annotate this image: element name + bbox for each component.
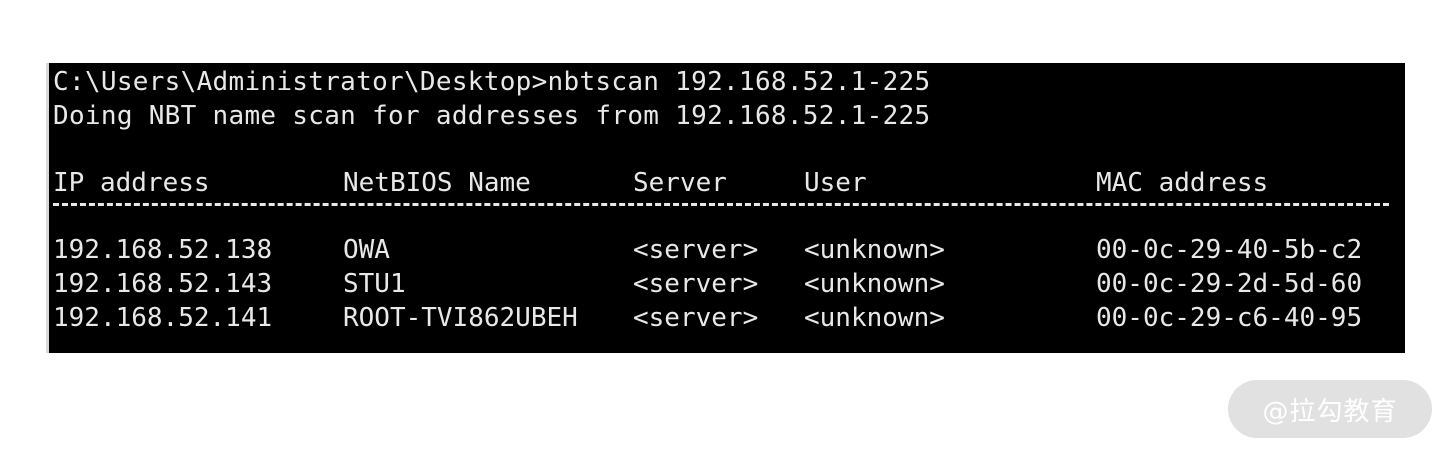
column-header-ip: IP address: [53, 168, 210, 198]
watermark-text: @拉勾教育: [1262, 396, 1398, 427]
row-user: <unknown>: [804, 235, 945, 265]
row-ip: 192.168.52.138: [53, 235, 273, 265]
row-mac: 00-0c-29-2d-5d-60: [1096, 269, 1363, 299]
row-mac: 00-0c-29-40-5b-c2: [1096, 235, 1363, 265]
terminal-window[interactable]: C:\Users\Administrator\Desktop>nbtscan 1…: [46, 63, 1405, 353]
table-row: 192.168.52.143 STU1 <server> <unknown> 0…: [53, 267, 1405, 301]
column-header-netbios: NetBIOS Name: [343, 168, 531, 198]
table-separator: [53, 203, 1389, 206]
row-ip: 192.168.52.141: [53, 303, 273, 333]
row-user: <unknown>: [804, 303, 945, 333]
column-header-mac: MAC address: [1096, 168, 1269, 198]
row-server: <server>: [633, 235, 759, 265]
row-user: <unknown>: [804, 269, 945, 299]
row-netbios-name: OWA: [343, 235, 390, 265]
row-ip: 192.168.52.143: [53, 269, 273, 299]
row-server: <server>: [633, 303, 759, 333]
command-line: C:\Users\Administrator\Desktop>nbtscan 1…: [53, 67, 931, 97]
column-header-server: Server: [633, 168, 727, 198]
row-netbios-name: STU1: [343, 269, 406, 299]
scan-status-line: Doing NBT name scan for addresses from 1…: [53, 101, 931, 131]
row-server: <server>: [633, 269, 759, 299]
table-row: 192.168.52.141 ROOT-TVI862UBEH <server> …: [53, 301, 1405, 335]
table-header: IP address NetBIOS Name Server User MAC …: [53, 166, 1405, 200]
column-header-user: User: [804, 168, 867, 198]
row-netbios-name: ROOT-TVI862UBEH: [343, 303, 578, 333]
row-mac: 00-0c-29-c6-40-95: [1096, 303, 1363, 333]
watermark-badge: @拉勾教育: [1228, 380, 1432, 438]
table-row: 192.168.52.138 OWA <server> <unknown> 00…: [53, 233, 1405, 267]
